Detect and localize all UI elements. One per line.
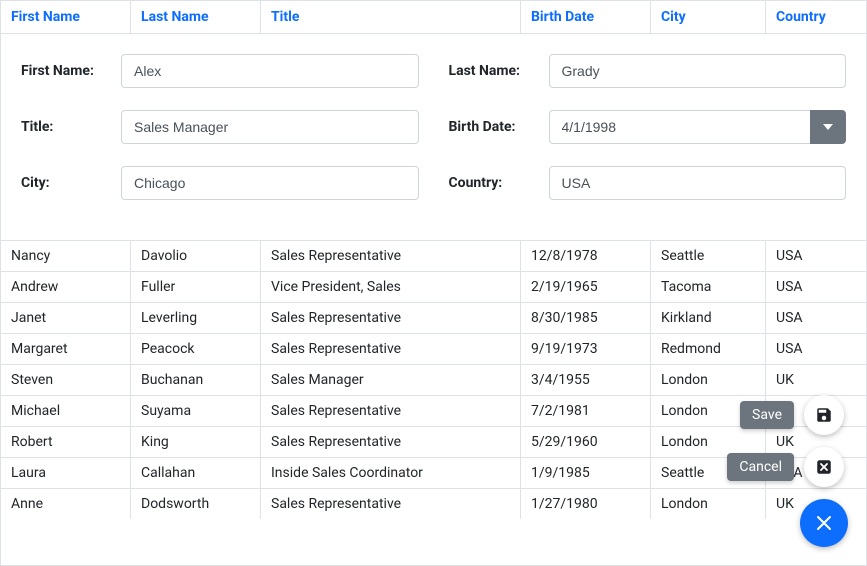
label-first-name: First Name: [21, 63, 121, 79]
cell-first-name: Janet [1, 303, 131, 333]
edit-form: First Name: Last Name: Title: Birth Date… [1, 34, 866, 241]
cancel-button[interactable]: Cancel [804, 447, 844, 487]
save-button[interactable]: Save [804, 395, 844, 435]
cell-first-name: Andrew [1, 272, 131, 302]
col-header-country[interactable]: Country [766, 1, 866, 33]
last-name-input[interactable] [549, 54, 847, 88]
cancel-tooltip: Cancel [727, 453, 794, 481]
table-row[interactable]: NancyDavolioSales Representative12/8/197… [1, 241, 866, 272]
cell-birth-date: 1/9/1985 [521, 458, 651, 488]
cell-title: Vice President, Sales [261, 272, 521, 302]
city-input[interactable] [121, 166, 419, 200]
col-header-birth-date[interactable]: Birth Date [521, 1, 651, 33]
cell-city: Kirkland [651, 303, 766, 333]
table-row[interactable]: StevenBuchananSales Manager3/4/1955Londo… [1, 365, 866, 396]
float-actions: Save Cancel [800, 395, 848, 547]
table-row[interactable]: AndrewFullerVice President, Sales2/19/19… [1, 272, 866, 303]
title-input[interactable] [121, 110, 419, 144]
first-name-input[interactable] [121, 54, 419, 88]
cell-title: Sales Representative [261, 241, 521, 271]
date-picker-button[interactable] [810, 110, 846, 144]
cell-country: UK [766, 365, 866, 395]
col-header-city[interactable]: City [651, 1, 766, 33]
cell-first-name: Michael [1, 396, 131, 426]
cell-last-name: Buchanan [131, 365, 261, 395]
col-header-last-name[interactable]: Last Name [131, 1, 261, 33]
cell-birth-date: 2/19/1965 [521, 272, 651, 302]
cell-birth-date: 7/2/1981 [521, 396, 651, 426]
label-city: City: [21, 175, 121, 191]
cell-first-name: Steven [1, 365, 131, 395]
header-row: First Name Last Name Title Birth Date Ci… [1, 1, 866, 34]
cell-city: London [651, 365, 766, 395]
cell-birth-date: 12/8/1978 [521, 241, 651, 271]
cell-country: USA [766, 334, 866, 364]
label-title: Title: [21, 119, 121, 135]
cell-city: Seattle [651, 241, 766, 271]
cell-city: Redmond [651, 334, 766, 364]
cell-title: Sales Representative [261, 334, 521, 364]
cell-birth-date: 3/4/1955 [521, 365, 651, 395]
save-icon [815, 406, 833, 424]
cancel-icon [815, 458, 833, 476]
country-input[interactable] [549, 166, 847, 200]
label-last-name: Last Name: [449, 63, 549, 79]
cell-title: Inside Sales Coordinator [261, 458, 521, 488]
cell-first-name: Margaret [1, 334, 131, 364]
cell-last-name: Davolio [131, 241, 261, 271]
cell-title: Sales Representative [261, 303, 521, 333]
cell-birth-date: 1/27/1980 [521, 489, 651, 519]
cell-birth-date: 9/19/1973 [521, 334, 651, 364]
label-birth-date: Birth Date: [449, 119, 549, 135]
col-header-title[interactable]: Title [261, 1, 521, 33]
close-button[interactable] [800, 499, 848, 547]
cell-last-name: Dodsworth [131, 489, 261, 519]
table-row[interactable]: MargaretPeacockSales Representative9/19/… [1, 334, 866, 365]
cell-country: USA [766, 303, 866, 333]
cell-city: Tacoma [651, 272, 766, 302]
cell-title: Sales Manager [261, 365, 521, 395]
cell-last-name: Suyama [131, 396, 261, 426]
cell-title: Sales Representative [261, 489, 521, 519]
cell-birth-date: 5/29/1960 [521, 427, 651, 457]
cell-last-name: Leverling [131, 303, 261, 333]
table-row[interactable]: MichaelSuyamaSales Representative7/2/198… [1, 396, 866, 427]
grid-container: First Name Last Name Title Birth Date Ci… [0, 0, 867, 566]
cell-country: USA [766, 241, 866, 271]
cell-last-name: King [131, 427, 261, 457]
cell-first-name: Robert [1, 427, 131, 457]
table-row[interactable]: JanetLeverlingSales Representative8/30/1… [1, 303, 866, 334]
cell-first-name: Nancy [1, 241, 131, 271]
cell-title: Sales Representative [261, 427, 521, 457]
birth-date-input[interactable] [549, 110, 811, 144]
close-icon [816, 515, 832, 531]
cell-first-name: Laura [1, 458, 131, 488]
col-header-first-name[interactable]: First Name [1, 1, 131, 33]
caret-down-icon [823, 124, 833, 130]
cell-first-name: Anne [1, 489, 131, 519]
cell-birth-date: 8/30/1985 [521, 303, 651, 333]
save-tooltip: Save [740, 401, 794, 429]
cell-last-name: Fuller [131, 272, 261, 302]
cell-title: Sales Representative [261, 396, 521, 426]
label-country: Country: [449, 175, 549, 191]
cell-country: USA [766, 272, 866, 302]
table-row[interactable]: AnneDodsworthSales Representative1/27/19… [1, 489, 866, 519]
cell-last-name: Callahan [131, 458, 261, 488]
cell-city: London [651, 489, 766, 519]
cell-last-name: Peacock [131, 334, 261, 364]
